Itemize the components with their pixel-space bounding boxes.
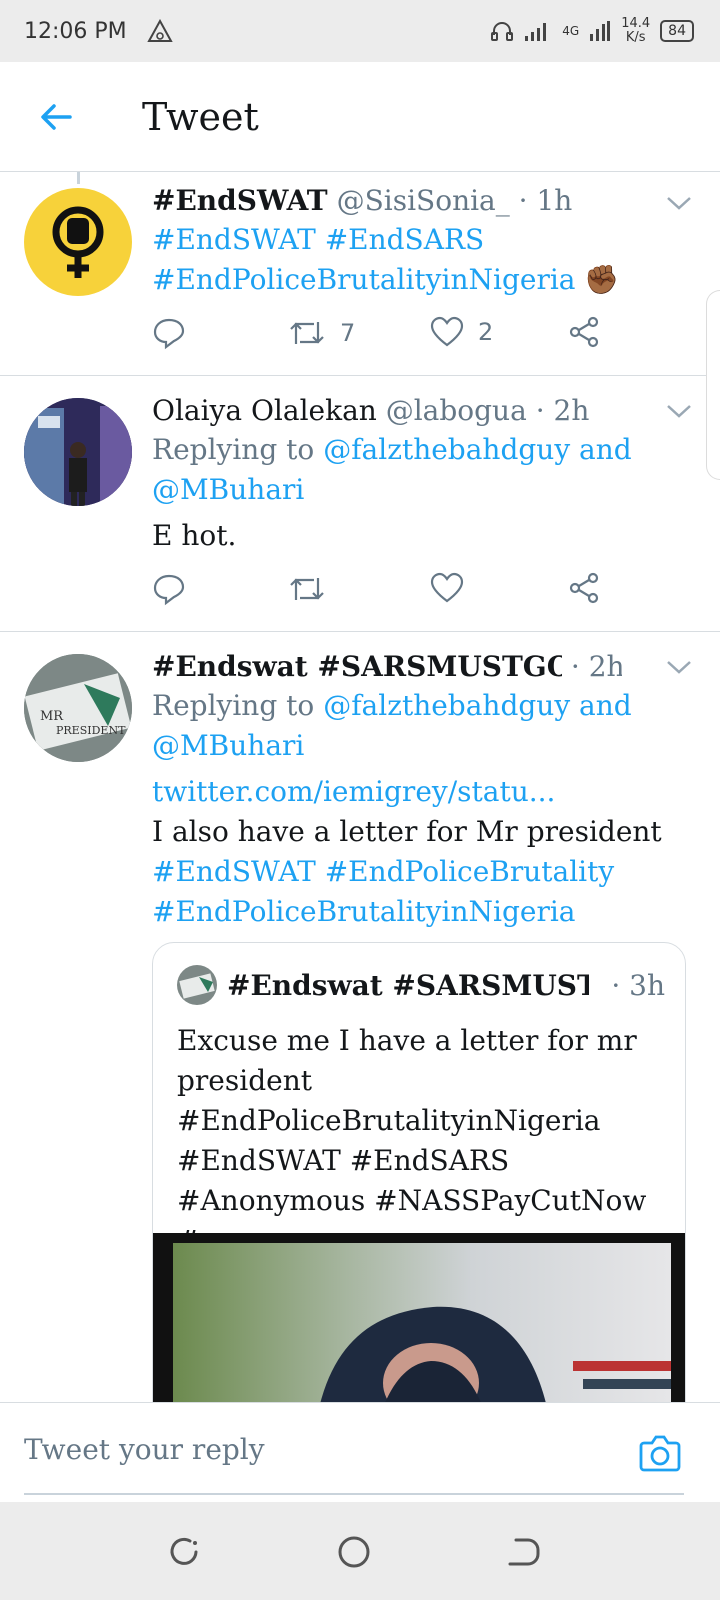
- reply-input[interactable]: Tweet your reply: [24, 1433, 265, 1466]
- warning-icon: [146, 19, 173, 42]
- retweet-icon: [290, 578, 324, 600]
- tweet-url-link[interactable]: twitter.com/iemigrey/statu...: [152, 772, 690, 812]
- display-name[interactable]: #Endswat #SARSMUSTGO #...: [152, 648, 562, 686]
- tweet-item[interactable]: Olaiya Olalekan @labogua · 2h Replying t…: [0, 376, 720, 632]
- chevron-down-icon[interactable]: [664, 396, 694, 426]
- tweet-content: Olaiya Olalekan @labogua · 2h Replying t…: [152, 392, 690, 556]
- user-handle[interactable]: @SisiSonia_: [337, 184, 510, 217]
- like-button[interactable]: 2: [430, 316, 493, 348]
- chevron-down-icon[interactable]: [664, 188, 694, 218]
- like-button[interactable]: [430, 572, 464, 604]
- quoted-media-video[interactable]: [153, 1233, 685, 1402]
- tweet-item[interactable]: #EndSWAT @SisiSonia_ · 1h #EndSWAT #EndS…: [0, 172, 720, 376]
- avatar[interactable]: [24, 188, 132, 296]
- thread-line: [77, 172, 80, 184]
- tweet-time: · 1h: [518, 184, 573, 217]
- tweet-time: · 2h: [570, 650, 622, 683]
- status-bar: 12:06 PM 4G 14.4 K/s 84: [0, 0, 720, 62]
- video-thumbnail: [320, 1306, 671, 1402]
- replying-to-label: Replying to: [152, 689, 315, 722]
- tweet-header: Olaiya Olalekan @labogua · 2h: [152, 392, 690, 430]
- tweet-content: #EndSWAT @SisiSonia_ · 1h #EndSWAT #EndS…: [152, 182, 690, 300]
- replying-to-label: Replying to: [152, 433, 315, 466]
- tweet-text: Replying to @falzthebahdguy and @MBuhari…: [152, 430, 690, 556]
- mention-link[interactable]: @MBuhari: [152, 470, 690, 510]
- input-underline: [24, 1493, 684, 1495]
- raised-fist-emoji: ✊🏾: [584, 263, 620, 296]
- quoted-display-name: #Endswat #SARSMUSTG...: [227, 968, 589, 1002]
- quoted-tweet-time: · 3h: [611, 968, 665, 1002]
- recent-apps-icon[interactable]: [164, 1532, 204, 1572]
- avatar[interactable]: [24, 398, 132, 506]
- quoted-tweet-header: #Endswat #SARSMUSTG... · 3h: [177, 963, 665, 1007]
- hashtag-line[interactable]: #EndSWAT #EndSARS: [152, 220, 690, 260]
- avatar: [177, 965, 217, 1005]
- share-icon: [569, 572, 599, 604]
- headphones-icon: [491, 22, 514, 41]
- reply-composer: Tweet your reply: [0, 1402, 720, 1502]
- avatar[interactable]: MR PRESIDENT: [24, 654, 132, 762]
- profile-photo: [177, 965, 217, 1005]
- svg-text:MR: MR: [40, 709, 64, 724]
- svg-text:PRESIDENT: PRESIDENT: [56, 724, 126, 737]
- mention-link[interactable]: @falzthebahdguy and: [323, 689, 632, 722]
- tweet-text: #EndSWAT #EndSARS #EndPoliceBrutalityinN…: [152, 220, 690, 300]
- hashtag-line[interactable]: #EndPoliceBrutalityinNigeria: [152, 263, 575, 296]
- reply-button[interactable]: [152, 316, 186, 350]
- tweet-time: · 2h: [535, 394, 590, 427]
- hashtag-line[interactable]: #EndSWAT #EndPoliceBrutality: [152, 852, 690, 892]
- system-nav-bar: [0, 1502, 720, 1600]
- profile-photo: MR PRESIDENT: [24, 654, 132, 762]
- share-button[interactable]: [568, 316, 600, 348]
- signal-icon-2: [590, 21, 611, 41]
- display-name[interactable]: #EndSWAT: [152, 184, 328, 217]
- heart-icon: [430, 316, 464, 347]
- tweet-text: Replying to @falzthebahdguy and @MBuhari…: [152, 686, 690, 932]
- display-name[interactable]: Olaiya Olalekan: [152, 394, 377, 427]
- page-title: Tweet: [142, 94, 259, 139]
- raised-fist-venus-icon: [52, 206, 104, 278]
- edge-panel-handle[interactable]: [706, 290, 720, 480]
- home-icon[interactable]: [334, 1532, 374, 1572]
- tweet-item[interactable]: MR PRESIDENT #Endswat #SARSMUSTGO #... ·…: [0, 632, 720, 1402]
- profile-photo: [24, 398, 132, 506]
- app-bar: Tweet: [0, 62, 720, 172]
- arrow-left-icon: [41, 103, 72, 130]
- network-type: 4G: [562, 24, 580, 38]
- chevron-down-icon[interactable]: [664, 652, 694, 682]
- tweet-actions: [152, 572, 612, 612]
- back-nav-icon[interactable]: [504, 1532, 544, 1572]
- network-speed: 14.4 K/s: [621, 16, 651, 45]
- video-frame: [173, 1243, 671, 1402]
- tweet-body-text: I also have a letter for Mr president: [152, 815, 662, 848]
- hashtag-line[interactable]: #EndPoliceBrutalityinNigeria: [152, 892, 690, 932]
- share-button[interactable]: [568, 572, 600, 604]
- retweet-count: 7: [340, 319, 356, 347]
- tweet-content: #Endswat #SARSMUSTGO #... · 2h Replying …: [152, 648, 690, 932]
- user-handle[interactable]: @labogua: [386, 394, 527, 427]
- reply-icon: [153, 318, 185, 350]
- retweet-button[interactable]: 7: [288, 316, 355, 350]
- tweet-body-text: E hot.: [152, 519, 237, 552]
- status-time: 12:06 PM: [24, 18, 127, 44]
- tweet-thread[interactable]: #EndSWAT @SisiSonia_ · 1h #EndSWAT #EndS…: [0, 172, 720, 1402]
- tweet-actions: 7 2: [152, 316, 612, 356]
- retweet-icon: [290, 322, 324, 344]
- quoted-tweet-text: Excuse me I have a letter for mr preside…: [177, 1024, 647, 1257]
- reply-button[interactable]: [152, 572, 186, 606]
- mention-link[interactable]: @falzthebahdguy and: [323, 433, 632, 466]
- reply-icon: [153, 574, 185, 606]
- mention-link[interactable]: @MBuhari: [152, 726, 690, 766]
- like-count: 2: [478, 318, 494, 346]
- signal-icon: [525, 23, 547, 41]
- share-icon: [569, 316, 599, 348]
- camera-icon[interactable]: [638, 1431, 682, 1475]
- battery-indicator: 84: [660, 20, 694, 42]
- tweet-header: #EndSWAT @SisiSonia_ · 1h: [152, 182, 690, 220]
- quoted-tweet[interactable]: #Endswat #SARSMUSTG... · 3h Excuse me I …: [152, 942, 686, 1402]
- tweet-header: #Endswat #SARSMUSTGO #... · 2h: [152, 648, 622, 686]
- back-button[interactable]: [26, 87, 86, 147]
- retweet-button[interactable]: [288, 572, 326, 606]
- heart-icon: [430, 572, 464, 603]
